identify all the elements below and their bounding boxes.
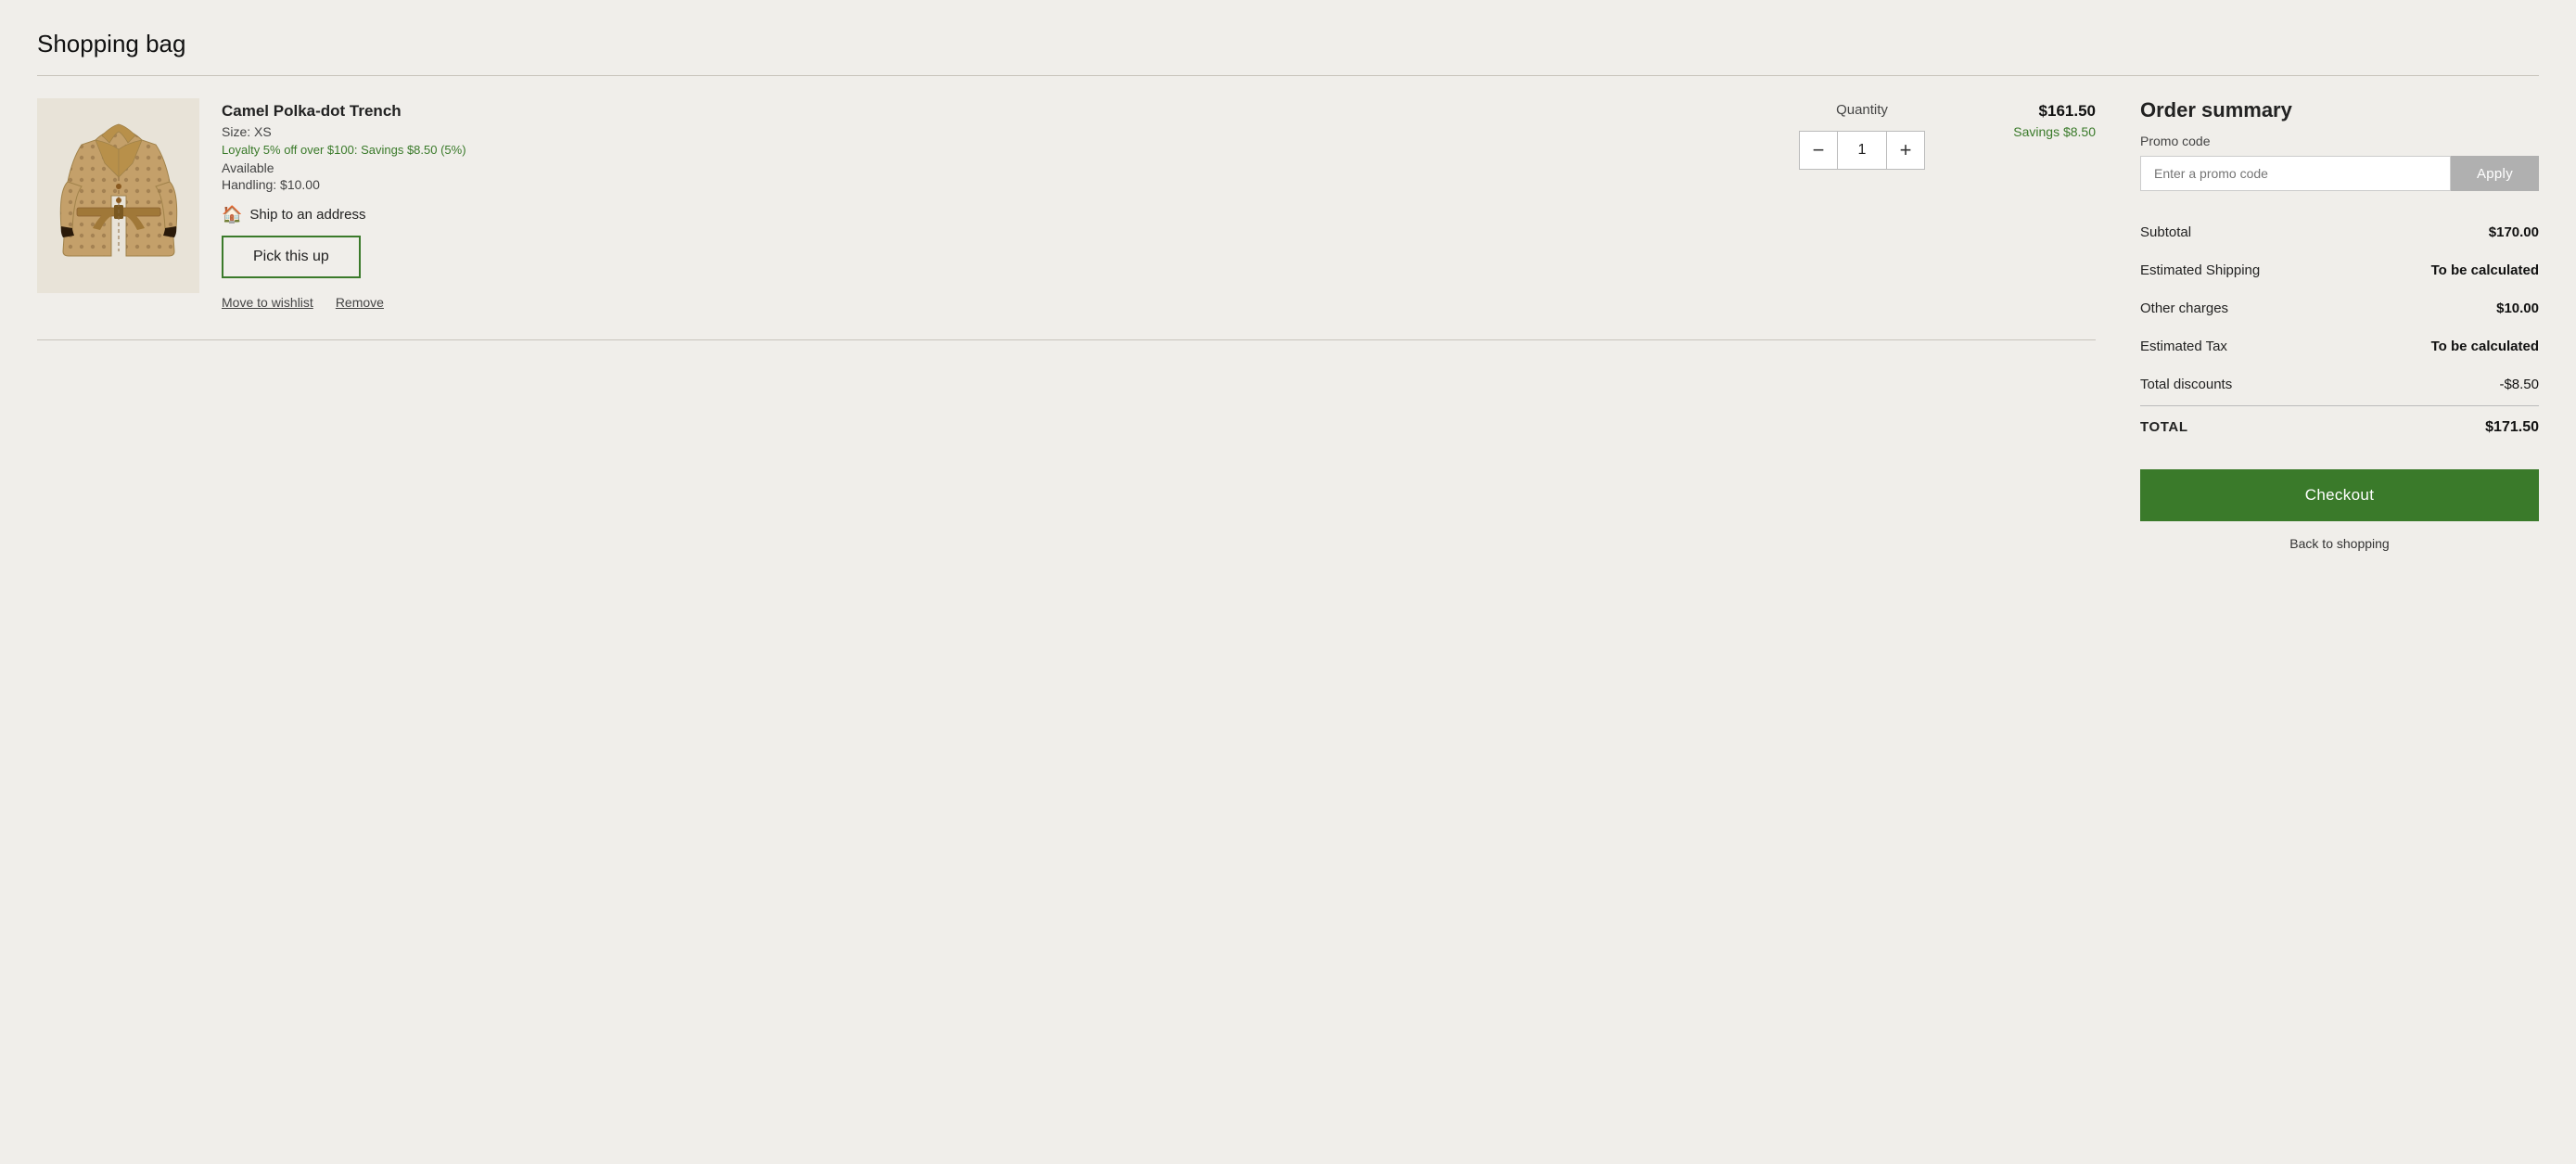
- item-size: Size: XS: [222, 124, 1766, 139]
- item-price: $161.50: [1966, 102, 2096, 121]
- discounts-value: -$8.50: [2499, 377, 2539, 392]
- quantity-value: 1: [1838, 131, 1886, 170]
- quantity-control: − 1 +: [1799, 131, 1925, 170]
- summary-row-total: TOTAL $171.50: [2140, 405, 2539, 447]
- other-charges-label: Other charges: [2140, 301, 2228, 316]
- checkout-button[interactable]: Checkout: [2140, 469, 2539, 521]
- promo-label: Promo code: [2140, 134, 2539, 148]
- quantity-increase-button[interactable]: +: [1886, 131, 1925, 170]
- tax-label: Estimated Tax: [2140, 339, 2227, 354]
- trench-coat-illustration: [54, 108, 184, 284]
- item-actions: Move to wishlist Remove: [222, 295, 1766, 310]
- total-label: TOTAL: [2140, 419, 2188, 435]
- item-available: Available: [222, 160, 1766, 175]
- move-to-wishlist-button[interactable]: Move to wishlist: [222, 295, 313, 310]
- summary-row-shipping: Estimated Shipping To be calculated: [2140, 251, 2539, 289]
- cart-bottom-divider: [37, 339, 2096, 340]
- main-layout: Camel Polka-dot Trench Size: XS Loyalty …: [37, 98, 2539, 552]
- top-divider: [37, 75, 2539, 76]
- remove-button[interactable]: Remove: [336, 295, 384, 310]
- summary-row-subtotal: Subtotal $170.00: [2140, 213, 2539, 251]
- other-charges-value: $10.00: [2496, 301, 2539, 316]
- ship-label: Ship to an address: [249, 207, 365, 223]
- cart-section: Camel Polka-dot Trench Size: XS Loyalty …: [37, 98, 2096, 340]
- promo-code-input[interactable]: [2140, 156, 2451, 191]
- item-details: Camel Polka-dot Trench Size: XS Loyalty …: [222, 98, 1766, 310]
- item-image: [37, 98, 199, 293]
- item-handling: Handling: $10.00: [222, 177, 1766, 192]
- ship-icon: 🏠: [222, 205, 242, 224]
- total-value: $171.50: [2485, 419, 2539, 436]
- tax-value: To be calculated: [2431, 339, 2539, 354]
- summary-row-other: Other charges $10.00: [2140, 289, 2539, 327]
- shipping-value: To be calculated: [2431, 262, 2539, 278]
- subtotal-value: $170.00: [2489, 224, 2539, 240]
- shipping-label: Estimated Shipping: [2140, 262, 2260, 278]
- pickup-button[interactable]: Pick this up: [222, 236, 361, 278]
- back-to-shopping-link[interactable]: Back to shopping: [2289, 536, 2389, 551]
- promo-row: Apply: [2140, 156, 2539, 191]
- item-loyalty: Loyalty 5% off over $100: Savings $8.50 …: [222, 143, 1766, 157]
- subtotal-label: Subtotal: [2140, 224, 2191, 240]
- summary-row-tax: Estimated Tax To be calculated: [2140, 327, 2539, 365]
- item-name: Camel Polka-dot Trench: [222, 102, 1766, 121]
- page-title: Shopping bag: [37, 30, 2539, 58]
- quantity-label: Quantity: [1836, 102, 1888, 118]
- quantity-decrease-button[interactable]: −: [1799, 131, 1838, 170]
- back-shopping-wrap: Back to shopping: [2140, 536, 2539, 552]
- apply-button[interactable]: Apply: [2451, 156, 2539, 191]
- summary-rows: Subtotal $170.00 Estimated Shipping To b…: [2140, 213, 2539, 403]
- summary-row-discounts: Total discounts -$8.50: [2140, 365, 2539, 403]
- item-savings: Savings $8.50: [1966, 124, 2096, 139]
- discounts-label: Total discounts: [2140, 377, 2232, 392]
- ship-row: 🏠 Ship to an address: [222, 205, 1766, 224]
- cart-item: Camel Polka-dot Trench Size: XS Loyalty …: [37, 98, 2096, 332]
- quantity-section: Quantity − 1 +: [1788, 102, 1936, 170]
- order-summary-title: Order summary: [2140, 98, 2539, 122]
- price-section: $161.50 Savings $8.50: [1966, 102, 2096, 139]
- order-summary: Order summary Promo code Apply Subtotal …: [2140, 98, 2539, 552]
